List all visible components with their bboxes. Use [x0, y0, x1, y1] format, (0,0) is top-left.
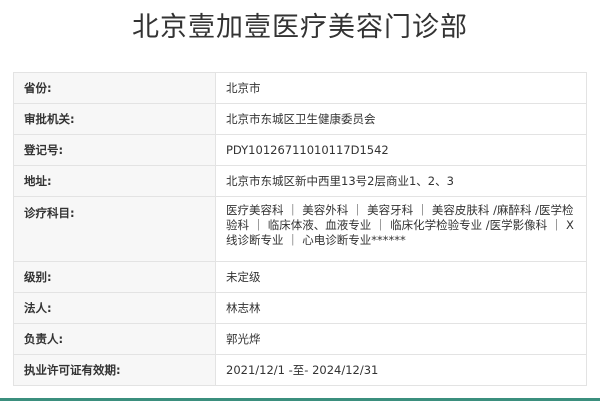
table-row-departments: 诊疗科目: 医疗美容科 ｜ 美容外科 ｜ 美容牙科 ｜ 美容皮肤科 /麻醉科 /…: [13, 196, 587, 262]
row-value-address: 北京市东城区新中西里13号2层商业1、2、3: [215, 165, 587, 197]
table-row-province: 省份: 北京市: [13, 72, 587, 104]
institution-info-table: 省份: 北京市 审批机关: 北京市东城区卫生健康委员会 登记号: PDY1012…: [13, 72, 587, 386]
table-row-license-validity: 执业许可证有效期: 2021/12/1 -至- 2024/12/31: [13, 354, 587, 386]
row-value-license-validity: 2021/12/1 -至- 2024/12/31: [215, 354, 587, 386]
row-label-address: 地址:: [13, 165, 216, 197]
row-value-province: 北京市: [215, 72, 587, 104]
row-label-person-in-charge: 负责人:: [13, 323, 216, 355]
table-row-approval-authority: 审批机关: 北京市东城区卫生健康委员会: [13, 103, 587, 135]
row-value-departments: 医疗美容科 ｜ 美容外科 ｜ 美容牙科 ｜ 美容皮肤科 /麻醉科 /医学检验科 …: [215, 196, 587, 262]
page-title: 北京壹加壹医疗美容门诊部: [132, 12, 468, 43]
row-value-level: 未定级: [215, 261, 587, 293]
row-label-registration-number: 登记号:: [13, 134, 216, 166]
row-label-approval-authority: 审批机关:: [13, 103, 216, 135]
table-row-person-in-charge: 负责人: 郭光烨: [13, 323, 587, 355]
row-label-departments: 诊疗科目:: [13, 196, 216, 262]
table-row-registration-number: 登记号: PDY10126711010117D1542: [13, 134, 587, 166]
row-value-registration-number: PDY10126711010117D1542: [215, 134, 587, 166]
table-row-address: 地址: 北京市东城区新中西里13号2层商业1、2、3: [13, 165, 587, 197]
table-row-level: 级别: 未定级: [13, 261, 587, 293]
row-label-license-validity: 执业许可证有效期:: [13, 354, 216, 386]
row-value-legal-representative: 林志林: [215, 292, 587, 324]
row-label-level: 级别:: [13, 261, 216, 293]
row-value-approval-authority: 北京市东城区卫生健康委员会: [215, 103, 587, 135]
row-value-person-in-charge: 郭光烨: [215, 323, 587, 355]
row-label-province: 省份:: [13, 72, 216, 104]
table-row-legal-representative: 法人: 林志林: [13, 292, 587, 324]
institution-detail-page: 北京壹加壹医疗美容门诊部 省份: 北京市 审批机关: 北京市东城区卫生健康委员会…: [0, 0, 600, 401]
row-label-legal-representative: 法人:: [13, 292, 216, 324]
